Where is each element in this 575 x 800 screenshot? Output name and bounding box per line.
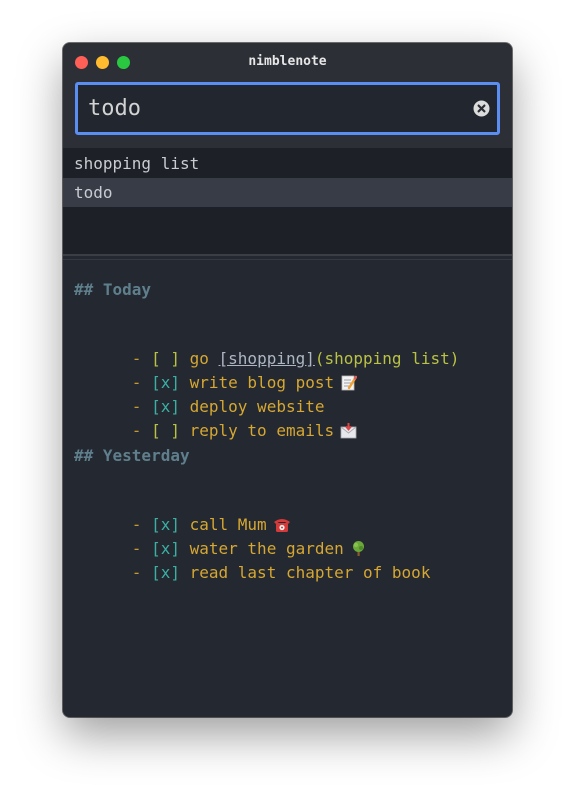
item-text: read last chapter of book [189,563,431,582]
window-title: nimblenote [248,54,327,69]
result-item-todo[interactable]: todo [63,178,512,207]
item-text: reply to emails [189,421,335,440]
list-dash: - [131,421,142,440]
app-window: nimblenote shopping list todo ## Today -… [63,43,512,717]
result-item-shopping-list[interactable]: shopping list [63,149,512,178]
todo-item: - [ ] reply to emails [74,398,357,440]
minimize-window-button[interactable] [96,56,109,69]
pane-divider[interactable] [63,254,512,256]
heading-yesterday: ## Yesterday [74,446,190,465]
todo-item: - [x] read last chapter of book [74,540,431,582]
list-dash: - [131,563,142,582]
close-window-button[interactable] [75,56,88,69]
checkbox[interactable]: [ ] [151,421,180,440]
todo-item: - [x] water the garden [74,516,367,558]
search-area [63,79,512,148]
note-editor[interactable]: ## Today - [ ] go [shopping](shopping li… [63,260,512,717]
memo-icon [341,375,358,391]
envelope-icon [340,423,357,439]
search-input[interactable] [88,93,448,123]
todo-item: - [ ] go [shopping](shopping list) [74,326,460,368]
title-bar: nimblenote [63,43,512,79]
maximize-window-button[interactable] [117,56,130,69]
search-results-list: shopping list todo [63,148,512,254]
todo-item: - [x] write blog post [74,350,358,392]
heading-today: ## Today [74,280,152,299]
checkbox[interactable]: [x] [151,563,180,582]
todo-item: - [x] call Mum [74,492,291,534]
search-box [75,82,500,135]
clear-search-icon[interactable] [473,100,490,117]
todo-item: - [x] deploy website [74,374,325,416]
